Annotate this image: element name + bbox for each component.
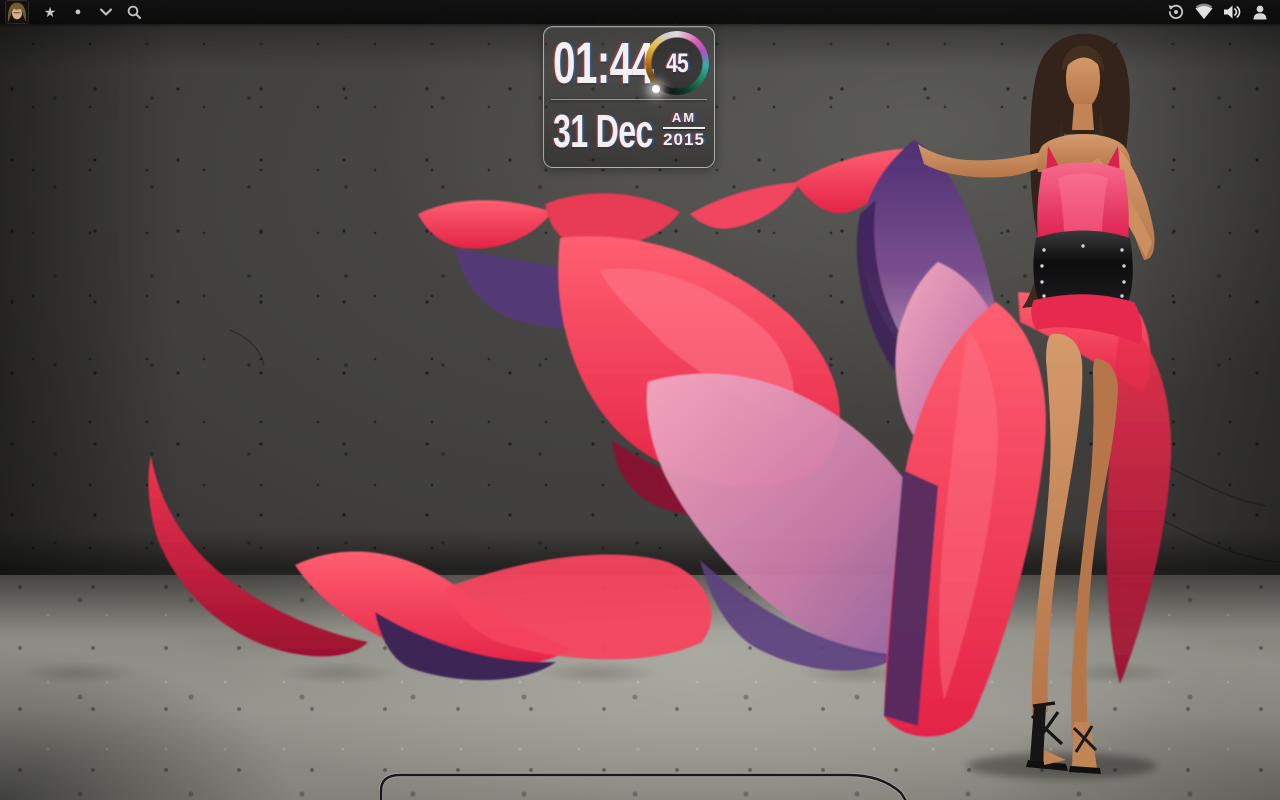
star-glyph: ★ (43, 4, 57, 20)
clock-meridiem-year: AM 2015 (663, 111, 705, 148)
history-icon[interactable] (1162, 0, 1190, 24)
clock-widget[interactable]: 01:44 45 31 Dec AM 2015 (543, 26, 715, 168)
chevron-down-icon[interactable] (92, 0, 120, 24)
user-icon[interactable] (1246, 0, 1274, 24)
wifi-icon[interactable] (1190, 0, 1218, 24)
clock-meridiem: AM (671, 110, 697, 125)
dock: CM (0, 736, 1280, 800)
main-menu-avatar-button[interactable] (6, 1, 28, 23)
star-icon[interactable]: ★ (36, 0, 64, 24)
circle-glyph: ● (74, 5, 82, 18)
top-panel: ★ ● (0, 0, 1280, 24)
volume-icon[interactable] (1218, 0, 1246, 24)
clock-year: 2015 (663, 130, 705, 149)
avatar-image (6, 1, 28, 23)
clock-seconds: 45 (666, 47, 689, 78)
circle-icon[interactable]: ● (64, 0, 92, 24)
dock-rail (379, 773, 908, 800)
search-icon[interactable] (120, 0, 148, 24)
clock-seconds-ring: 45 (645, 31, 709, 95)
desktop: ★ ● 01:44 45 31 Dec AM 2015 (0, 0, 1280, 800)
clock-divider (551, 99, 707, 100)
